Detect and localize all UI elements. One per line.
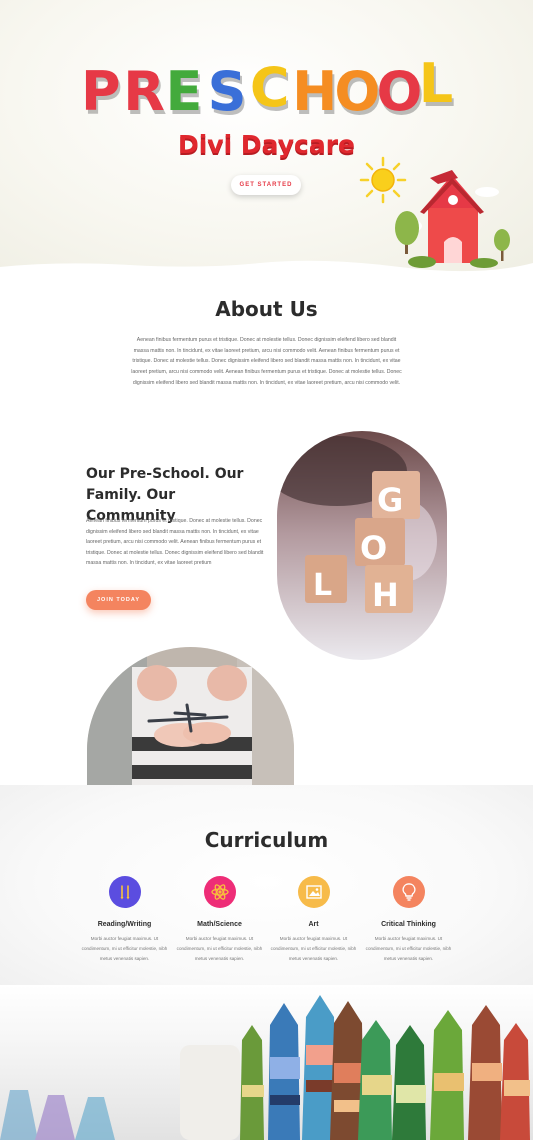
- title-letter: O: [377, 60, 423, 120]
- title-letter: S: [208, 60, 247, 120]
- title-letter: P: [81, 60, 121, 120]
- curriculum-item-art: Art Morbi auctor feugiat maximus. Ut con…: [266, 876, 361, 965]
- join-today-button[interactable]: JOIN TODAY: [86, 590, 151, 610]
- title-letter: E: [165, 60, 202, 120]
- alphabet-blocks-photo: G O H L: [277, 431, 447, 660]
- get-started-button[interactable]: GET STARTED: [231, 175, 301, 195]
- picture-icon: [297, 876, 330, 908]
- block-letter-o: O: [360, 529, 387, 567]
- curriculum-item-name: Math/Science: [197, 921, 242, 928]
- curriculum-item-reading: Reading/Writing Morbi auctor feugiat max…: [77, 876, 172, 965]
- about-body: Aenean finibus fermentum purus et tristi…: [131, 337, 402, 386]
- community-body: Aenean finibus fermentum purus et tristi…: [86, 518, 264, 567]
- block-letter-h: H: [372, 576, 399, 614]
- block-letter-g: G: [377, 481, 403, 519]
- hero-section: PPRREESSCCHHOOOOLL Divi Daycare GET STAR…: [0, 0, 533, 275]
- hero-wave-divider: [0, 260, 533, 275]
- curriculum-item-critical-thinking: Critical Thinking Morbi auctor feugiat m…: [361, 876, 456, 965]
- curriculum-item-desc: Morbi auctor feugiat maximus. Ut condime…: [270, 936, 357, 962]
- title-letter: L: [419, 58, 453, 115]
- about-title: About Us: [215, 297, 318, 321]
- title-letter: R: [123, 60, 165, 120]
- title-letter: O: [334, 60, 380, 120]
- curriculum-item-desc: Morbi auctor feugiat maximus. Ut condime…: [176, 936, 263, 962]
- atom-icon: [203, 876, 236, 908]
- curriculum-title: Curriculum: [204, 828, 329, 852]
- preschool-logo-title: PPRREESSCCHHOOOOLL: [78, 52, 458, 127]
- curriculum-item-name: Art: [308, 921, 319, 928]
- block-letter-l: L: [313, 568, 332, 603]
- curriculum-item-math: Math/Science Morbi auctor feugiat maximu…: [172, 876, 267, 965]
- curriculum-item-name: Reading/Writing: [97, 921, 152, 928]
- child-hands-photo: [87, 647, 294, 785]
- lightbulb-icon: [392, 876, 425, 908]
- hero-subtitle: Divi Daycare: [177, 130, 355, 159]
- curriculum-item-desc: Morbi auctor feugiat maximus. Ut condime…: [365, 936, 452, 962]
- crayons-photo: [0, 985, 533, 1140]
- curriculum-item-name: Critical Thinking: [381, 921, 436, 928]
- title-letter: H: [292, 60, 337, 120]
- pencils-icon: [108, 876, 141, 908]
- curriculum-item-desc: Morbi auctor feugiat maximus. Ut condime…: [81, 936, 168, 962]
- preschool-title-letters: PP RR EE SS CC HH OOOOLL: [81, 52, 455, 127]
- title-letter: C: [250, 58, 290, 119]
